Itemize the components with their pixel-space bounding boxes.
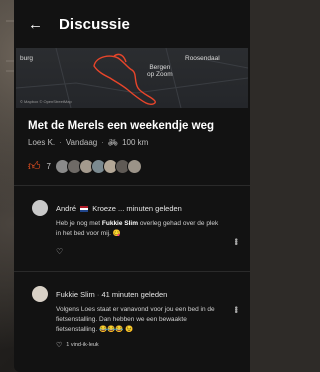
comment-meta: André Kroeze ... minuten geleden [56,204,182,213]
comment-item: André Kroeze ... minuten geleden ••• Heb… [14,200,250,259]
like-count: 7 [46,161,51,171]
mention[interactable]: Fukkie Slim [102,220,138,227]
bike-icon: 🚲︎ [107,138,119,147]
comment-text: Heb je nog met [56,220,102,227]
comment-like-row[interactable]: ♡ 1 vind-ik-leuk [56,341,232,349]
route-map[interactable]: burg Roosendaal Bergen op Zoom © Mapbox … [16,48,248,108]
ride-meta: Loes K. · Vandaag · 🚲︎ 100 km [28,138,250,147]
phone-screen: ← Discussie burg Roosendaal Bergen op Zo… [14,0,250,372]
map-label-bergen-op-zoom: Bergen op Zoom [147,64,173,78]
map-label-roosendaal: Roosendaal [185,55,220,62]
more-options-icon[interactable]: ••• [231,238,241,244]
divider [14,271,250,272]
liker-avatars[interactable] [55,158,142,174]
comment-body: Volgens Loes staat er vanavond voor jou … [56,306,215,333]
ride-author: Loes K. [28,138,56,147]
netherlands-flag-icon [80,205,89,212]
avatar[interactable] [32,200,48,216]
comment-body: Heb je nog met Fukkie Slim overleg gehad… [56,219,221,239]
comment-meta: Fukkie Slim · 41 minuten geleden [56,290,167,299]
ride-distance: 100 km [122,138,149,147]
comment-author[interactable]: André [56,204,76,213]
route-line [93,53,156,105]
arrow-left-icon[interactable]: ← [28,16,43,33]
thumbs-up-icon[interactable]: 👍︎ [28,159,41,174]
heart-icon[interactable]: ♡ [56,341,62,349]
more-options-icon[interactable]: ••• [231,306,241,312]
comment-time: Kroeze ... minuten geleden [92,203,182,213]
comment-header: André Kroeze ... minuten geleden [32,200,232,216]
avatar [127,158,142,174]
ride-title: Met de Merels een weekendje weg [28,120,214,132]
comment-header: Fukkie Slim · 41 minuten geleden [32,286,232,302]
divider [14,185,250,186]
map-label-left: burg [20,55,34,62]
comment-time: 41 minuten geleden [101,289,168,299]
page-title: Discussie [59,15,130,33]
comment-author[interactable]: Fukkie Slim [56,290,95,299]
comment-item: Fukkie Slim · 41 minuten geleden ••• Vol… [14,286,250,349]
separator-dot: · [59,138,62,147]
separator-dot: · [101,138,104,147]
avatar[interactable] [32,286,48,302]
map-copyright: © Mapbox © OpenStreetMap [20,99,72,104]
likes-row[interactable]: 👍︎ 7 [28,157,250,175]
ride-date: Vandaag [65,138,98,147]
top-app-bar: ← Discussie [14,0,250,48]
comment-like-count: 1 vind-ik-leuk [66,342,99,348]
heart-icon[interactable]: ♡ [56,247,63,256]
